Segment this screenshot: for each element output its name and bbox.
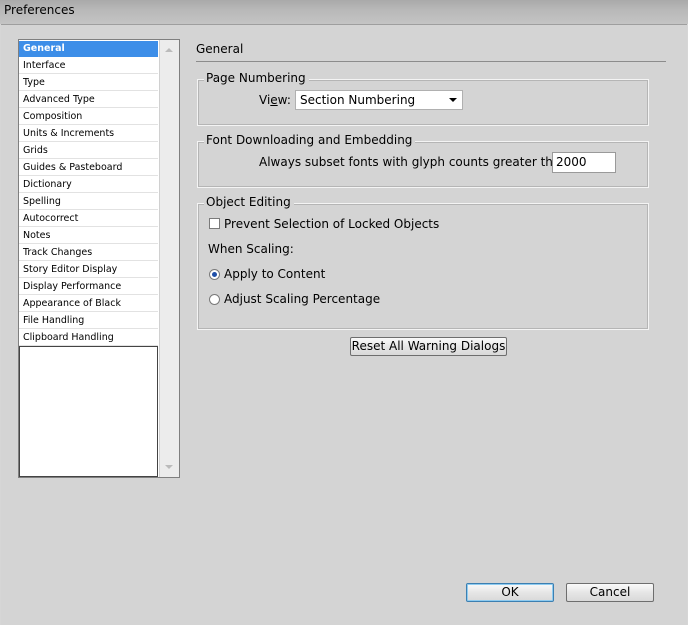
category-display-performance[interactable]: Display Performance [19,279,158,295]
category-spelling[interactable]: Spelling [19,194,158,210]
category-interface[interactable]: Interface [19,58,158,74]
view-dropdown-value: Section Numbering [300,93,416,107]
title-divider [196,61,666,62]
category-story-editor-display[interactable]: Story Editor Display [19,262,158,278]
category-grids[interactable]: Grids [19,143,158,159]
when-scaling-label: When Scaling: [208,242,294,256]
category-type[interactable]: Type [19,75,158,91]
subset-fonts-label: Always subset fonts with glyph counts gr… [259,155,572,169]
category-list-empty-area [19,346,158,477]
category-dictionary[interactable]: Dictionary [19,177,158,193]
font-downloading-group-label: Font Downloading and Embedding [204,132,416,148]
adjust-scaling-label[interactable]: Adjust Scaling Percentage [224,291,380,307]
category-advanced-type[interactable]: Advanced Type [19,92,158,108]
category-clipboard-handling[interactable]: Clipboard Handling [19,330,158,346]
page-numbering-group: Page Numbering View: Section Numbering [197,70,649,126]
category-guides-pasteboard[interactable]: Guides & Pasteboard [19,160,158,176]
category-units-increments[interactable]: Units & Increments [19,126,158,142]
category-general[interactable]: General [19,41,158,57]
font-downloading-group: Font Downloading and Embedding Always su… [197,132,649,188]
view-dropdown[interactable]: Section Numbering [295,90,463,110]
adjust-scaling-radio[interactable] [209,294,220,305]
category-composition[interactable]: Composition [19,109,158,125]
scroll-down-icon[interactable] [165,465,173,469]
category-scrollbar[interactable] [159,40,179,477]
chevron-down-icon [449,98,457,102]
object-editing-group: Object Editing Prevent Selection of Lock… [197,194,649,330]
apply-to-content-radio[interactable] [209,269,220,280]
page-numbering-group-label: Page Numbering [204,70,309,86]
category-autocorrect[interactable]: Autocorrect [19,211,158,227]
prevent-selection-checkbox[interactable] [209,218,220,229]
object-editing-group-label: Object Editing [204,194,294,210]
category-track-changes[interactable]: Track Changes [19,245,158,261]
category-notes[interactable]: Notes [19,228,158,244]
window-title: Preferences [4,3,75,17]
subset-glyph-count-field[interactable]: 2000 [552,152,616,173]
cancel-button[interactable]: Cancel [566,583,654,602]
apply-to-content-label[interactable]: Apply to Content [224,266,325,282]
category-file-handling[interactable]: File Handling [19,313,158,329]
reset-warning-dialogs-button[interactable]: Reset All Warning Dialogs [350,337,507,356]
prevent-selection-label[interactable]: Prevent Selection of Locked Objects [224,216,439,232]
view-label: View: [259,93,291,107]
title-bar[interactable]: Preferences [0,0,688,24]
ok-button[interactable]: OK [466,583,554,602]
view-dropdown-button[interactable] [444,91,462,109]
page-title: General [196,42,244,56]
category-list[interactable]: General Interface Type Advanced Type Com… [18,39,180,478]
scroll-up-icon[interactable] [165,48,173,52]
category-appearance-of-black[interactable]: Appearance of Black [19,296,158,312]
